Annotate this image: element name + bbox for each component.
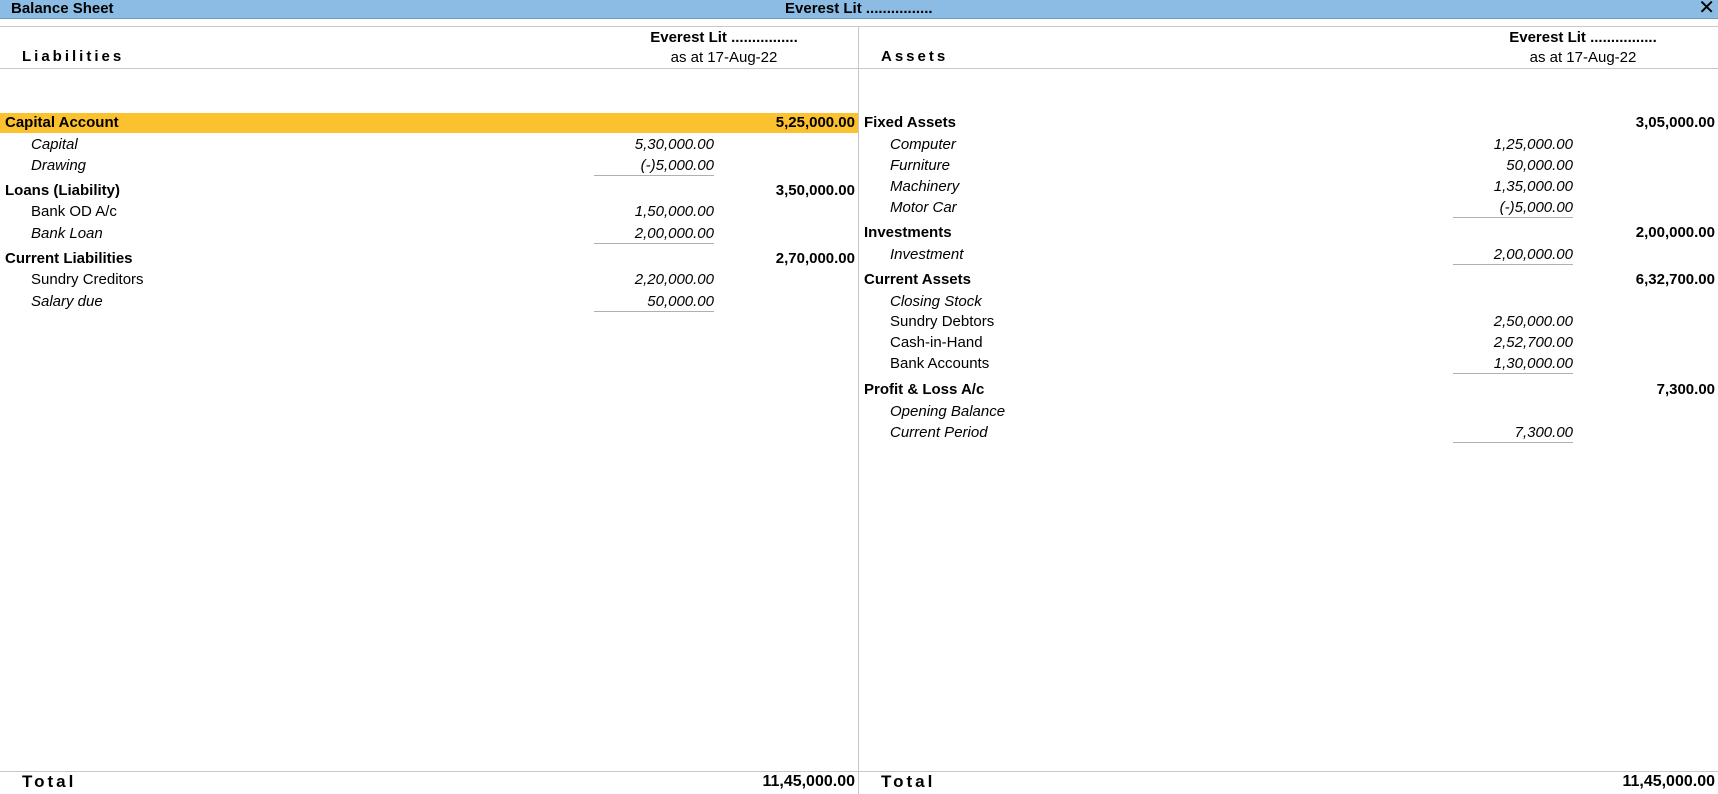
ledger-name: Bank OD A/c bbox=[31, 203, 117, 220]
ledger-name: Cash-in-Hand bbox=[890, 334, 983, 351]
liability-group-capital-account[interactable]: Capital Account 5,25,000.00 bbox=[0, 113, 858, 133]
ledger-row[interactable]: Sundry Creditors 2,20,000.00 bbox=[0, 270, 858, 290]
company-title: Everest Lit ................ bbox=[785, 0, 933, 17]
ledger-amount: 2,50,000.00 bbox=[1493, 313, 1573, 330]
ledger-name: Drawing bbox=[31, 157, 87, 174]
ledger-name: Current Period bbox=[890, 424, 988, 441]
ledger-amount: 2,20,000.00 bbox=[634, 271, 714, 288]
window-title: Balance Sheet bbox=[11, 0, 114, 17]
assets-total-divider bbox=[859, 771, 1718, 772]
liabilities-total-amount: 11,45,000.00 bbox=[762, 773, 855, 790]
header-top-divider bbox=[0, 26, 1718, 27]
ledger-name: Closing Stock bbox=[890, 293, 982, 310]
close-icon[interactable]: ✕ bbox=[1698, 0, 1715, 18]
group-name: Current Liabilities bbox=[5, 250, 133, 267]
ledger-row[interactable]: Bank Loan 2,00,000.00 bbox=[0, 224, 858, 244]
assets-as-at: as at 17-Aug-22 bbox=[1529, 49, 1637, 66]
assets-total-amount: 11,45,000.00 bbox=[1622, 773, 1715, 790]
ledger-amount: 7,300.00 bbox=[1453, 423, 1573, 443]
ledger-amount: 5,30,000.00 bbox=[634, 136, 714, 153]
liabilities-header-divider bbox=[0, 68, 858, 69]
ledger-amount: (-)5,000.00 bbox=[594, 156, 714, 176]
liability-group-loans[interactable]: Loans (Liability) 3,50,000.00 bbox=[0, 181, 858, 201]
ledger-name: Furniture bbox=[890, 157, 951, 174]
ledger-amount: 1,35,000.00 bbox=[1493, 178, 1573, 195]
ledger-row[interactable]: Furniture 50,000.00 bbox=[859, 156, 1718, 176]
title-bar: Balance Sheet Everest Lit ..............… bbox=[0, 0, 1718, 19]
ledger-name: Salary due bbox=[31, 293, 103, 310]
ledger-row[interactable]: Investment 2,00,000.00 bbox=[859, 245, 1718, 265]
ledger-name: Machinery bbox=[890, 178, 960, 195]
ledger-name: Investment bbox=[890, 246, 964, 263]
ledger-name: Motor Car bbox=[890, 199, 957, 216]
liabilities-as-at: as at 17-Aug-22 bbox=[670, 49, 778, 66]
ledger-amount: 50,000.00 bbox=[1506, 157, 1573, 174]
ledger-row[interactable]: Opening Balance bbox=[859, 402, 1718, 422]
group-amount: 5,25,000.00 bbox=[775, 114, 855, 131]
ledger-row[interactable]: Drawing (-)5,000.00 bbox=[0, 156, 858, 176]
ledger-row[interactable]: Salary due 50,000.00 bbox=[0, 292, 858, 312]
liabilities-column-header: Everest Lit ................ as at 17-Au… bbox=[624, 28, 824, 68]
ledger-name: Sundry Creditors bbox=[31, 271, 144, 288]
asset-group-fixed-assets[interactable]: Fixed Assets 3,05,000.00 bbox=[859, 113, 1718, 133]
liability-group-current-liabilities[interactable]: Current Liabilities 2,70,000.00 bbox=[0, 249, 858, 269]
ledger-name: Capital bbox=[31, 136, 78, 153]
asset-group-current-assets[interactable]: Current Assets 6,32,700.00 bbox=[859, 270, 1718, 290]
assets-company: Everest Lit ................ bbox=[1509, 29, 1657, 46]
assets-header-divider bbox=[859, 68, 1718, 69]
group-name: Profit & Loss A/c bbox=[864, 381, 985, 398]
ledger-amount: (-)5,000.00 bbox=[1453, 198, 1573, 218]
group-amount: 3,50,000.00 bbox=[775, 182, 855, 199]
ledger-name: Computer bbox=[890, 136, 956, 153]
ledger-row[interactable]: Bank OD A/c 1,50,000.00 bbox=[0, 202, 858, 222]
ledger-amount: 1,25,000.00 bbox=[1493, 136, 1573, 153]
liabilities-total-divider bbox=[0, 771, 858, 772]
group-amount: 2,70,000.00 bbox=[775, 250, 855, 267]
ledger-row[interactable]: Cash-in-Hand 2,52,700.00 bbox=[859, 333, 1718, 353]
ledger-row[interactable]: Capital 5,30,000.00 bbox=[0, 135, 858, 155]
ledger-name: Sundry Debtors bbox=[890, 313, 995, 330]
asset-group-investments[interactable]: Investments 2,00,000.00 bbox=[859, 223, 1718, 243]
assets-total-label: Total bbox=[881, 772, 936, 791]
ledger-amount: 2,52,700.00 bbox=[1493, 334, 1573, 351]
group-name: Current Assets bbox=[864, 271, 971, 288]
group-amount: 2,00,000.00 bbox=[1635, 224, 1715, 241]
ledger-row[interactable]: Current Period 7,300.00 bbox=[859, 423, 1718, 443]
group-name: Investments bbox=[864, 224, 952, 241]
ledger-row[interactable]: Bank Accounts 1,30,000.00 bbox=[859, 354, 1718, 374]
liabilities-total-label: Total bbox=[22, 772, 77, 791]
ledger-amount: 2,00,000.00 bbox=[1453, 245, 1573, 265]
group-amount: 7,300.00 bbox=[1656, 381, 1715, 398]
group-amount: 6,32,700.00 bbox=[1635, 271, 1715, 288]
ledger-row[interactable]: Motor Car (-)5,000.00 bbox=[859, 198, 1718, 218]
asset-group-profit-loss[interactable]: Profit & Loss A/c 7,300.00 bbox=[859, 380, 1718, 400]
liabilities-heading: Liabilities bbox=[22, 48, 125, 65]
ledger-name: Bank Accounts bbox=[890, 355, 990, 372]
ledger-row[interactable]: Computer 1,25,000.00 bbox=[859, 135, 1718, 155]
ledger-name: Bank Loan bbox=[31, 225, 103, 242]
ledger-row[interactable]: Sundry Debtors 2,50,000.00 bbox=[859, 312, 1718, 332]
ledger-row[interactable]: Machinery 1,35,000.00 bbox=[859, 177, 1718, 197]
group-name: Loans (Liability) bbox=[5, 182, 121, 199]
ledger-amount: 50,000.00 bbox=[594, 292, 714, 312]
group-name: Fixed Assets bbox=[864, 114, 956, 131]
assets-heading: Assets bbox=[881, 48, 949, 65]
group-amount: 3,05,000.00 bbox=[1635, 114, 1715, 131]
ledger-amount: 2,00,000.00 bbox=[594, 224, 714, 244]
ledger-amount: 1,30,000.00 bbox=[1453, 354, 1573, 374]
liabilities-company: Everest Lit ................ bbox=[650, 29, 798, 46]
ledger-amount: 1,50,000.00 bbox=[634, 203, 714, 220]
ledger-name: Opening Balance bbox=[890, 403, 1006, 420]
group-name: Capital Account bbox=[5, 114, 119, 131]
assets-column-header: Everest Lit ................ as at 17-Au… bbox=[1483, 28, 1683, 68]
ledger-row[interactable]: Closing Stock bbox=[859, 292, 1718, 312]
